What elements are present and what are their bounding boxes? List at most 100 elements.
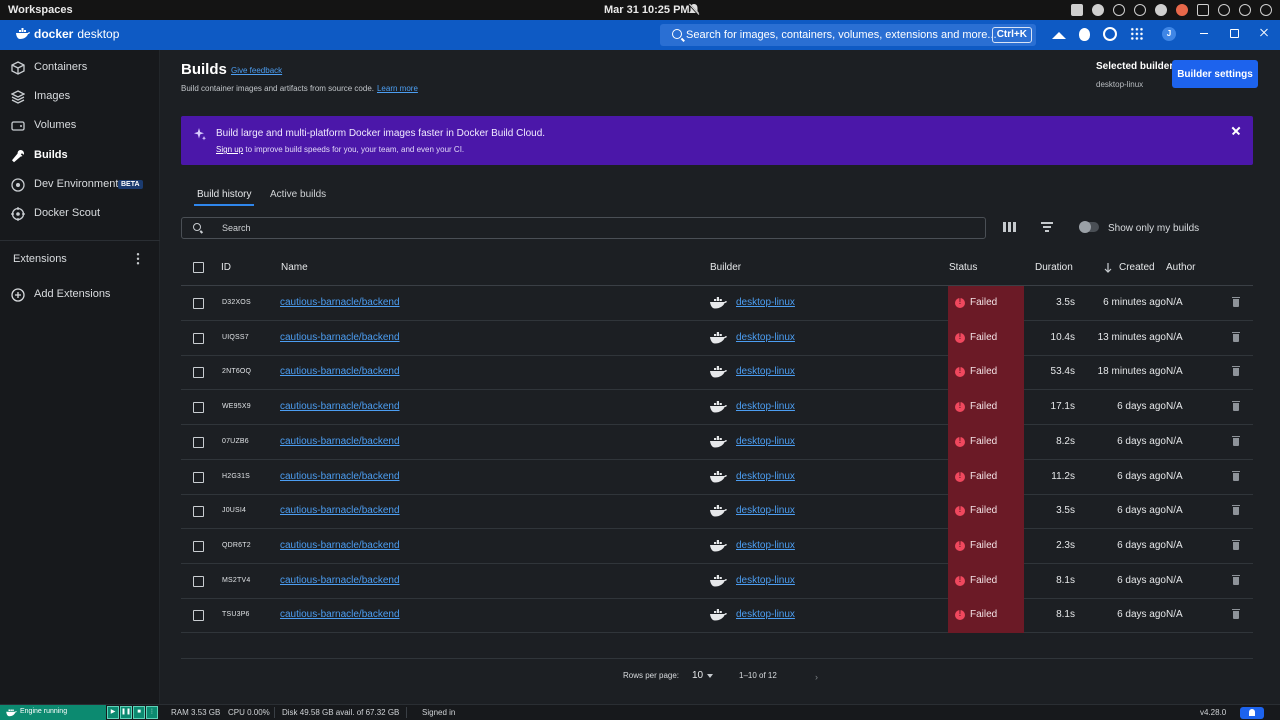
delete-trash-icon[interactable] xyxy=(1232,297,1240,307)
app-tray-icon[interactable] xyxy=(1155,4,1167,16)
add-extensions-button[interactable]: Add Extensions xyxy=(0,283,160,307)
network-tray-icon[interactable] xyxy=(1113,4,1125,16)
engine-restart-icon[interactable]: ▶ xyxy=(107,706,119,719)
column-header-id[interactable]: ID xyxy=(221,262,231,273)
column-header-name[interactable]: Name xyxy=(281,262,308,273)
show-only-my-builds-toggle[interactable] xyxy=(1079,221,1099,233)
sidebar-item-images[interactable]: Images xyxy=(0,85,160,109)
builder-link[interactable]: desktop-linux xyxy=(736,505,795,516)
sidebar-item-builds[interactable]: Builds xyxy=(0,144,160,168)
builder-link[interactable]: desktop-linux xyxy=(736,297,795,308)
select-all-checkbox[interactable] xyxy=(193,262,204,273)
workspaces-label[interactable]: Workspaces xyxy=(8,4,73,16)
power-icon[interactable] xyxy=(1260,4,1272,16)
build-name-link[interactable]: cautious-barnacle/backend xyxy=(280,401,400,412)
delete-trash-icon[interactable] xyxy=(1232,505,1240,516)
builder-link[interactable]: desktop-linux xyxy=(736,471,795,482)
delete-trash-icon[interactable] xyxy=(1232,435,1240,446)
delete-trash-icon[interactable] xyxy=(1232,609,1240,620)
engine-stop-icon[interactable]: ■ xyxy=(133,706,145,719)
row-checkbox[interactable] xyxy=(193,471,204,483)
row-checkbox[interactable] xyxy=(193,540,204,552)
microphone-icon[interactable] xyxy=(1239,4,1251,16)
delete-trash-icon[interactable] xyxy=(1232,331,1240,342)
row-checkbox[interactable] xyxy=(193,332,204,344)
row-checkbox[interactable] xyxy=(193,367,204,379)
banner-close-icon[interactable] xyxy=(1231,126,1241,136)
builder-link[interactable]: desktop-linux xyxy=(736,332,795,343)
builder-link[interactable]: desktop-linux xyxy=(736,401,795,412)
table-row[interactable]: D32XOS cautious-barnacle/backend desktop-l… xyxy=(181,286,1253,321)
build-name-link[interactable]: cautious-barnacle/backend xyxy=(280,505,400,516)
os-clock[interactable]: Mar 31 10:25 PM xyxy=(604,4,690,16)
window-maximize-button[interactable] xyxy=(1228,27,1240,39)
tab-active-builds[interactable]: Active builds xyxy=(270,189,326,200)
column-header-author[interactable]: Author xyxy=(1166,262,1195,273)
table-row[interactable]: J0USI4 cautious-barnacle/backend desktop-l… xyxy=(181,494,1253,530)
row-checkbox[interactable] xyxy=(193,610,204,622)
table-row[interactable]: WE95X9 cautious-barnacle/backend desktop-l… xyxy=(181,390,1253,426)
column-header-created[interactable]: Created xyxy=(1119,262,1155,273)
sign-up-link[interactable]: Sign up xyxy=(216,145,243,154)
table-row[interactable]: QDR6T2 cautious-barnacle/backend desktop-l… xyxy=(181,528,1253,564)
rows-per-page-select[interactable]: 10 xyxy=(692,670,703,681)
delete-trash-icon[interactable] xyxy=(1232,574,1240,585)
table-row[interactable]: H2G31S cautious-barnacle/backend desktop-l… xyxy=(181,459,1253,495)
give-feedback-link[interactable]: Give feedback xyxy=(231,66,282,75)
window-minimize-button[interactable] xyxy=(1198,27,1210,39)
notifications-bell-icon[interactable] xyxy=(1240,707,1264,719)
delete-trash-icon[interactable] xyxy=(1232,470,1240,481)
builder-link[interactable]: desktop-linux xyxy=(736,436,795,447)
builder-settings-button[interactable]: Builder settings xyxy=(1172,60,1258,88)
columns-icon[interactable] xyxy=(1003,222,1016,232)
build-name-link[interactable]: cautious-barnacle/backend xyxy=(280,366,400,377)
sort-descending-icon[interactable] xyxy=(1104,263,1112,273)
builder-link[interactable]: desktop-linux xyxy=(736,609,795,620)
notifications-muted-icon[interactable] xyxy=(688,3,700,16)
troubleshoot-icon[interactable] xyxy=(1079,27,1090,41)
window-close-button[interactable] xyxy=(1258,27,1270,39)
settings-gear-icon[interactable] xyxy=(1103,27,1117,41)
table-row[interactable]: 07UZB6 cautious-barnacle/backend desktop-l… xyxy=(181,424,1253,460)
column-header-duration[interactable]: Duration xyxy=(1035,262,1073,273)
extensions-grid-icon[interactable] xyxy=(1130,27,1144,41)
builder-link[interactable]: desktop-linux xyxy=(736,540,795,551)
table-row[interactable]: UIQSS7 cautious-barnacle/backend desktop-l… xyxy=(181,320,1253,356)
delete-trash-icon[interactable] xyxy=(1232,366,1240,377)
user-avatar[interactable]: J xyxy=(1162,27,1176,41)
column-header-status[interactable]: Status xyxy=(949,262,977,273)
builder-link[interactable]: desktop-linux xyxy=(736,575,795,586)
docker-tray-icon[interactable] xyxy=(1092,4,1104,16)
build-name-link[interactable]: cautious-barnacle/backend xyxy=(280,609,400,620)
build-search-input[interactable] xyxy=(222,221,962,235)
sidebar-item-docker-scout[interactable]: Docker Scout xyxy=(0,202,160,226)
engine-status[interactable]: Engine running xyxy=(0,705,106,720)
row-checkbox[interactable] xyxy=(193,506,204,518)
global-search[interactable]: Search for images, containers, volumes, … xyxy=(660,24,1036,46)
row-checkbox[interactable] xyxy=(193,298,204,309)
screen-share-icon[interactable] xyxy=(1071,4,1083,16)
engine-pause-icon[interactable]: ❚❚ xyxy=(120,706,132,719)
chevron-down-icon[interactable] xyxy=(707,674,713,678)
build-name-link[interactable]: cautious-barnacle/backend xyxy=(280,471,400,482)
volume-icon[interactable] xyxy=(1218,4,1230,16)
engine-menu-icon[interactable]: ⋮ xyxy=(146,706,158,719)
row-checkbox[interactable] xyxy=(193,575,204,587)
learn-more-link[interactable]: Learn more xyxy=(377,84,418,93)
sync-tray-icon[interactable] xyxy=(1134,4,1146,16)
next-page-icon[interactable]: › xyxy=(815,672,818,682)
alert-tray-icon[interactable] xyxy=(1176,4,1188,16)
column-header-builder[interactable]: Builder xyxy=(710,262,741,273)
delete-trash-icon[interactable] xyxy=(1232,539,1240,550)
filter-icon[interactable] xyxy=(1041,222,1053,232)
sidebar-item-volumes[interactable]: Volumes xyxy=(0,114,160,138)
table-row[interactable]: MS2TV4 cautious-barnacle/backend desktop-l… xyxy=(181,563,1253,599)
build-name-link[interactable]: cautious-barnacle/backend xyxy=(280,540,400,551)
extensions-more-icon[interactable] xyxy=(136,252,140,265)
row-checkbox[interactable] xyxy=(193,436,204,448)
tab-build-history[interactable]: Build history xyxy=(197,189,251,200)
sidebar-item-dev-environments[interactable]: Dev Environments BETA xyxy=(0,173,160,197)
learning-center-icon[interactable] xyxy=(1052,31,1066,39)
display-tray-icon[interactable] xyxy=(1197,4,1209,16)
builder-link[interactable]: desktop-linux xyxy=(736,366,795,377)
